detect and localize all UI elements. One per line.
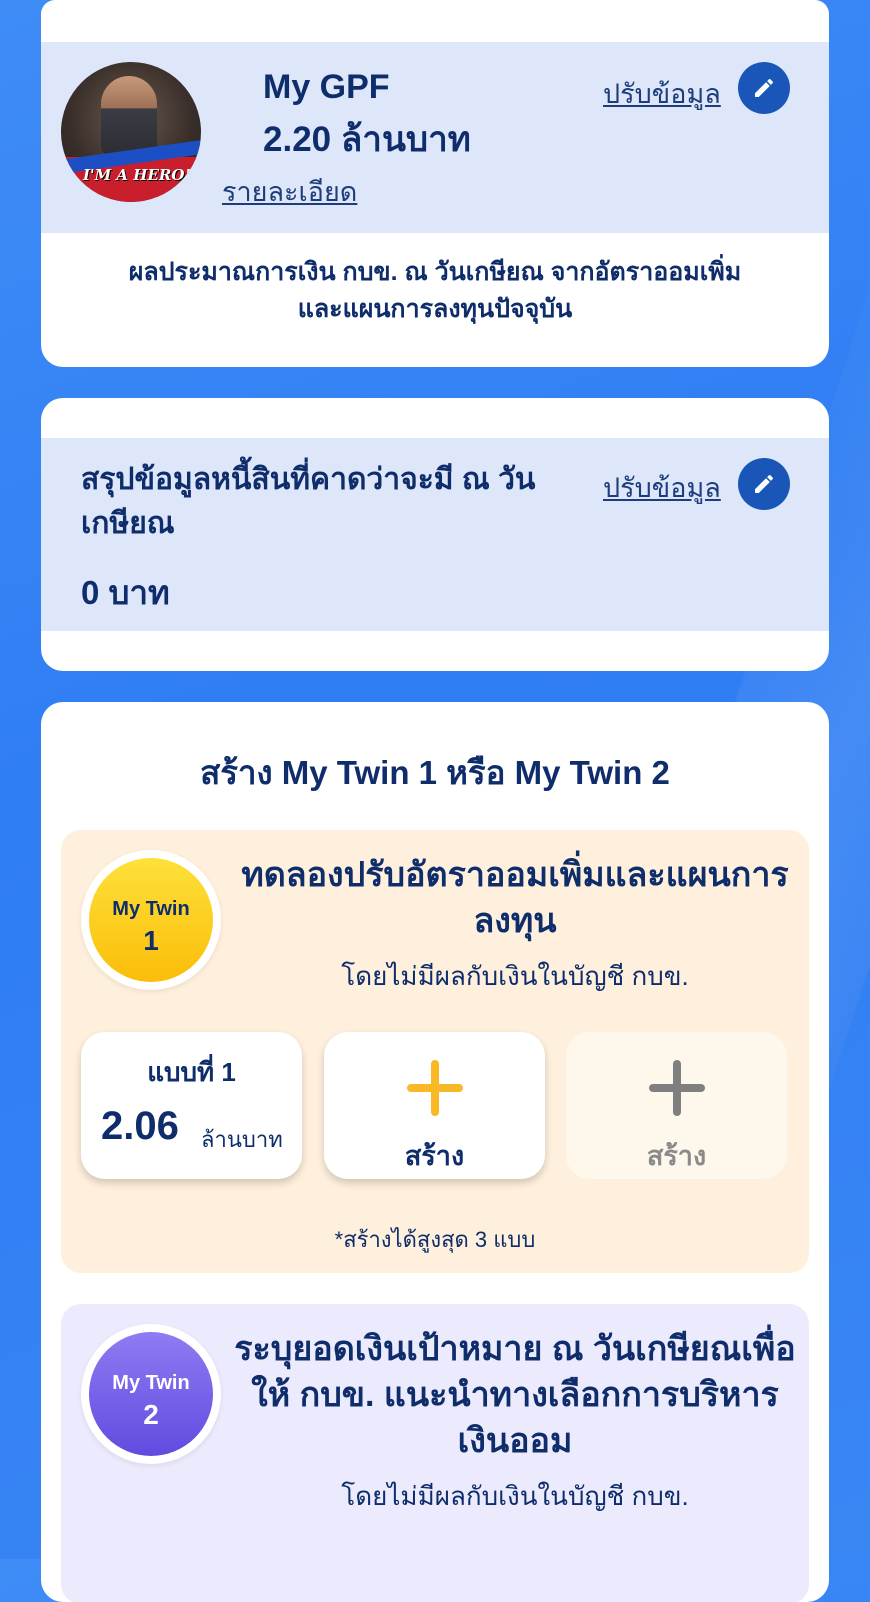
avatar-caption: I'M A HERO!	[83, 166, 192, 184]
plus-icon	[407, 1060, 463, 1116]
twin1-subtitle: โดยไม่มีผลกับเงินในบัญชี กบข.	[341, 961, 689, 991]
debt-title: สรุปข้อมูลหนี้สินที่คาดว่าจะมี ณ วันเกษี…	[81, 463, 536, 540]
debt-amount: 0 บาท	[81, 574, 170, 611]
plan-unit: ล้านบาท	[201, 1127, 283, 1152]
gpf-card: I'M A HERO! My GPF 2.20 ล้านบาท รายละเอี…	[41, 0, 829, 367]
gpf-description-line1: ผลประมาณการเงิน กบข. ณ วันเกษียณ จากอัตร…	[128, 258, 742, 286]
twin2-badge-circle: My Twin 2	[89, 1332, 213, 1456]
profile-avatar[interactable]: I'M A HERO!	[61, 62, 201, 202]
twin1-badge-number: 1	[143, 925, 159, 956]
gpf-amount: 2.20 ล้านบาท	[263, 120, 471, 159]
twin1-create-button-disabled: สร้าง	[566, 1032, 787, 1179]
plan-name: แบบที่ 1	[147, 1057, 236, 1087]
pencil-icon	[755, 474, 773, 493]
twin1-panel: My Twin 1 ทดลองปรับอัตราออมเพิ่มและแผนกา…	[61, 830, 809, 1273]
gpf-title: My GPF	[263, 68, 390, 106]
twin1-title: ทดลองปรับอัตราออมเพิ่มและแผนการลงทุน	[241, 856, 789, 940]
twin1-plan-tile[interactable]: แบบที่ 1 2.06 ล้านบาท	[81, 1032, 302, 1179]
twin2-badge-number: 2	[143, 1399, 159, 1430]
create-label-disabled: สร้าง	[646, 1141, 707, 1171]
twin2-panel: My Twin 2 ระบุยอดเงินเป้าหมาย ณ วันเกษีย…	[61, 1304, 809, 1602]
gpf-edit-button[interactable]	[738, 62, 790, 114]
twin1-badge-circle: My Twin 1	[89, 858, 213, 982]
plus-icon	[649, 1060, 705, 1116]
gpf-description-line2: และแผนการลงทุนปัจจุบัน	[297, 295, 573, 323]
twin2-subtitle: โดยไม่มีผลกับเงินในบัญชี กบข.	[341, 1481, 689, 1511]
twin2-title: ระบุยอดเงินเป้าหมาย ณ วันเกษียณเพื่อให้ …	[234, 1330, 796, 1460]
gpf-summary-band: I'M A HERO! My GPF 2.20 ล้านบาท รายละเอี…	[41, 42, 829, 233]
gpf-details-link[interactable]: รายละเอียด	[222, 170, 357, 213]
plan-value: 2.06	[101, 1104, 179, 1148]
twin1-create-button[interactable]: สร้าง	[324, 1032, 545, 1179]
twin2-badge-label: My Twin	[112, 1372, 190, 1394]
twin1-badge-label: My Twin	[112, 898, 190, 920]
pencil-icon	[755, 78, 773, 97]
debt-edit-link[interactable]: ปรับข้อมูล	[603, 466, 721, 509]
gpf-edit-link[interactable]: ปรับข้อมูล	[603, 72, 721, 115]
debt-summary-band: สรุปข้อมูลหนี้สินที่คาดว่าจะมี ณ วันเกษี…	[41, 438, 829, 631]
create-label: สร้าง	[404, 1141, 465, 1171]
twin-heading: สร้าง My Twin 1 หรือ My Twin 2	[200, 754, 670, 791]
twin2-badge: My Twin 2	[81, 1324, 221, 1464]
debt-card: สรุปข้อมูลหนี้สินที่คาดว่าจะมี ณ วันเกษี…	[41, 398, 829, 671]
avatar-person-image	[101, 76, 157, 156]
twin-card: สร้าง My Twin 1 หรือ My Twin 2 My Twin 1…	[41, 702, 829, 1602]
debt-edit-button[interactable]	[738, 458, 790, 510]
twin1-limit-note: *สร้างได้สูงสุด 3 แบบ	[334, 1227, 536, 1252]
twin1-badge: My Twin 1	[81, 850, 221, 990]
